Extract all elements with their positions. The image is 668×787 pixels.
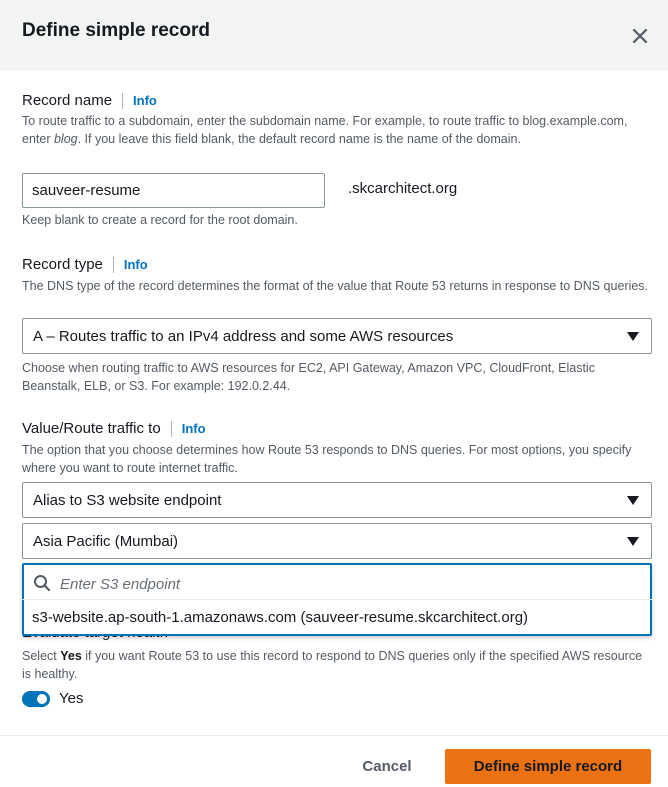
search-icon [34,575,51,592]
dialog-header: Define simple record [0,0,668,70]
divider [112,256,114,273]
record-type-label-row: Record type Info [22,256,148,273]
route-traffic-label-row: Value/Route traffic to Info [22,420,206,437]
close-button[interactable] [626,22,654,50]
record-name-label: Record name [22,92,113,109]
caret-down-icon [627,332,639,341]
divider [170,420,172,437]
record-type-hint: Choose when routing traffic to AWS resou… [22,361,595,393]
region-selected: Asia Pacific (Mumbai) [33,533,179,550]
cancel-button[interactable]: Cancel [350,749,424,783]
s3-endpoint-option-label: s3-website.ap-south-1.amazonaws.com (sau… [32,609,529,626]
route-traffic-info-link[interactable]: Info [182,421,206,436]
region-select[interactable]: Asia Pacific (Mumbai) [22,523,652,559]
s3-endpoint-option[interactable]: s3-website.ap-south-1.amazonaws.com (sau… [22,599,652,636]
record-type-select[interactable]: A – Routes traffic to an IPv4 address an… [22,318,652,354]
caret-down-icon [627,496,639,505]
record-type-info-link[interactable]: Info [124,257,148,272]
record-name-desc-part2: . If you leave this field blank, the def… [77,132,521,146]
evaluate-health-desc-pre: Select [22,649,61,663]
evaluate-health-toggle-wrap[interactable]: Yes [22,690,83,707]
define-simple-record-button[interactable]: Define simple record [445,749,651,784]
record-type-label: Record type [22,256,103,273]
evaluate-health-toggle[interactable] [22,690,50,707]
evaluate-health-toggle-label: Yes [59,690,84,707]
endpoint-type-select[interactable]: Alias to S3 website endpoint [22,482,652,518]
record-name-label-row: Record name Info [22,92,157,109]
caret-down-icon [627,537,639,546]
record-name-info-link[interactable]: Info [133,93,157,108]
s3-endpoint-search-input[interactable] [58,570,642,598]
evaluate-health-desc-bold: Yes [60,649,82,663]
route-traffic-description: The option that you choose determines ho… [22,443,632,475]
record-name-hint: Keep blank to create a record for the ro… [22,213,298,227]
record-name-desc-example: blog [53,132,78,146]
evaluate-health-description: Select Yes if you want Route 53 to use t… [22,647,650,683]
evaluate-health-desc-post: if you want Route 53 to use this record … [22,649,643,681]
dialog-title: Define simple record [22,20,210,41]
s3-endpoint-dropdown[interactable]: s3-website.ap-south-1.amazonaws.com (sau… [22,563,652,636]
footer-divider [0,735,668,736]
endpoint-type-selected: Alias to S3 website endpoint [33,492,222,509]
record-type-description: The DNS type of the record determines th… [22,279,649,293]
domain-suffix: .skcarchitect.org [348,180,458,197]
close-icon[interactable] [626,22,654,50]
record-name-input[interactable] [22,173,325,208]
divider [122,92,124,109]
toggle-knob [37,693,47,704]
record-name-description: To route traffic to a subdomain, enter t… [22,112,650,148]
record-type-selected: A – Routes traffic to an IPv4 address an… [33,328,454,345]
route-traffic-label: Value/Route traffic to [22,420,161,437]
